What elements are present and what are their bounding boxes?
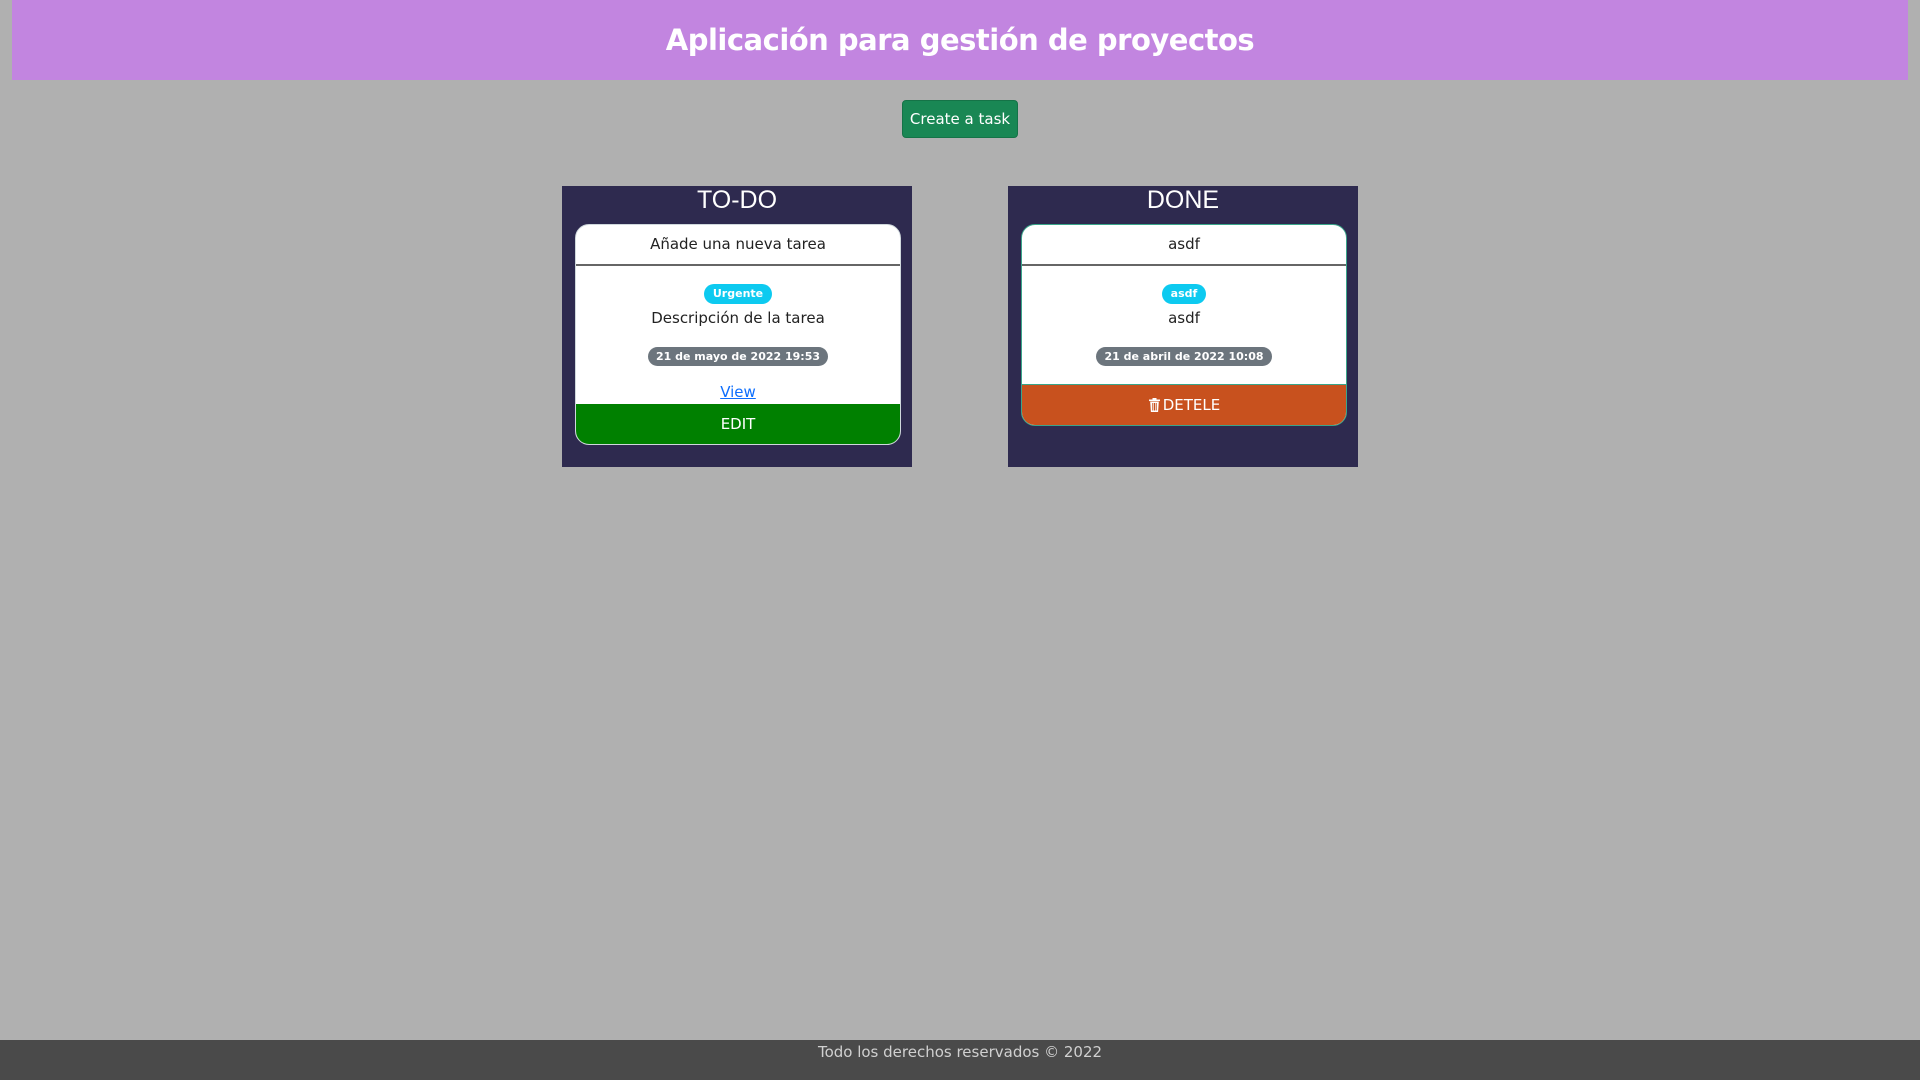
delete-button-label: DETELE <box>1162 396 1221 414</box>
priority-badge: asdf <box>1161 284 1207 304</box>
date-badge: 21 de abril de 2022 10:08 <box>1096 347 1272 366</box>
done-column: DONE asdf asdf asdf 21 de abril de 2022 … <box>1008 186 1358 467</box>
create-task-button[interactable]: Create a task <box>902 100 1018 138</box>
task-body: Urgente Descripción de la tarea 21 de ma… <box>576 266 900 404</box>
task-description: asdf <box>1168 309 1200 327</box>
todo-column: TO-DO Añade una nueva tarea Urgente Desc… <box>562 186 912 467</box>
delete-button[interactable]: DETELE <box>1022 384 1346 425</box>
copyright-text: Todo los derechos reservados © 2022 <box>817 1043 1103 1061</box>
task-title: asdf <box>1022 225 1346 266</box>
priority-badge: Urgente <box>703 284 773 304</box>
trash-icon <box>1148 398 1161 412</box>
task-card: Añade una nueva tarea Urgente Descripció… <box>575 224 901 445</box>
view-link[interactable]: View <box>576 380 900 404</box>
column-title: DONE <box>1146 186 1220 214</box>
date-badge: 21 de mayo de 2022 19:53 <box>647 347 829 366</box>
footer: Todo los derechos reservados © 2022 <box>0 1040 1920 1080</box>
task-title: Añade una nueva tarea <box>576 225 900 266</box>
page-title: Aplicación para gestión de proyectos <box>665 23 1255 57</box>
task-card: asdf asdf asdf 21 de abril de 2022 10:08… <box>1021 224 1347 426</box>
task-body: asdf asdf 21 de abril de 2022 10:08 <box>1022 266 1346 366</box>
task-description: Descripción de la tarea <box>651 309 825 327</box>
column-title: TO-DO <box>696 186 778 214</box>
app-header: Aplicación para gestión de proyectos <box>12 0 1908 80</box>
edit-button[interactable]: EDIT <box>576 404 900 444</box>
